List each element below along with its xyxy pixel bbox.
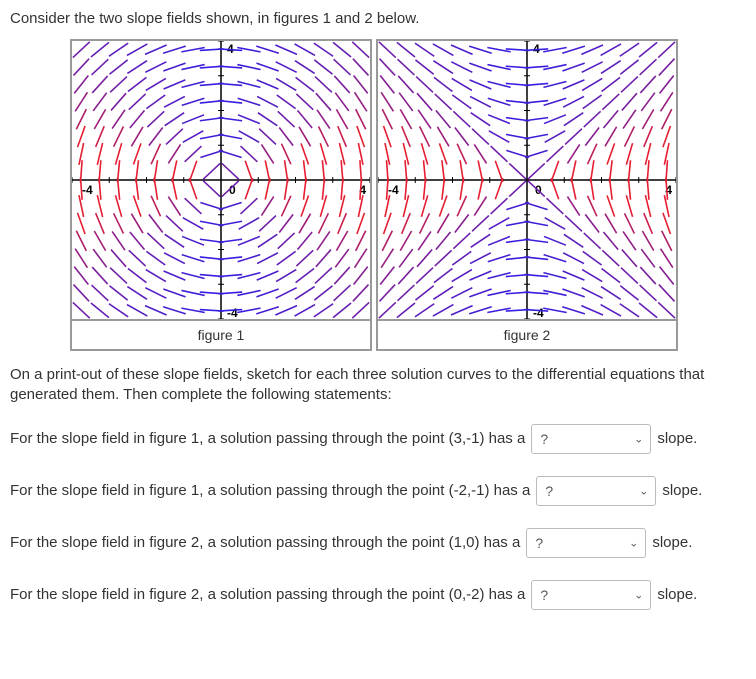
question-4-select-wrap: ? ⌄ <box>531 580 651 610</box>
instructions-text: On a print-out of these slope fields, sk… <box>10 365 746 406</box>
svg-text:-4: -4 <box>388 183 399 197</box>
svg-text:-4: -4 <box>227 306 238 319</box>
question-1-text: For the slope field in figure 1, a solut… <box>10 430 525 447</box>
svg-text:-4: -4 <box>82 183 93 197</box>
svg-text:-4: -4 <box>533 306 544 319</box>
question-3-select-wrap: ? ⌄ <box>526 528 646 558</box>
question-4-row: For the slope field in figure 2, a solut… <box>10 580 746 610</box>
figure-1-container: 4-4-440 figure 1 <box>70 39 372 351</box>
figure-2-container: 4-4-440 figure 2 <box>376 39 678 351</box>
question-3-row: For the slope field in figure 2, a solut… <box>10 528 746 558</box>
question-3-tail: slope. <box>652 534 692 551</box>
question-2-select[interactable]: ? <box>536 476 656 506</box>
question-4-select[interactable]: ? <box>531 580 651 610</box>
question-4-text: For the slope field in figure 2, a solut… <box>10 586 525 603</box>
question-2-text: For the slope field in figure 1, a solut… <box>10 482 530 499</box>
question-4-tail: slope. <box>657 586 697 603</box>
question-1-select-wrap: ? ⌄ <box>531 424 651 454</box>
figure-2-caption: figure 2 <box>378 319 676 349</box>
figure-2-plot: 4-4-440 <box>378 41 676 319</box>
question-2-select-wrap: ? ⌄ <box>536 476 656 506</box>
figure-1-caption: figure 1 <box>72 319 370 349</box>
question-1-row: For the slope field in figure 1, a solut… <box>10 424 746 454</box>
question-1-tail: slope. <box>657 430 697 447</box>
question-1-select[interactable]: ? <box>531 424 651 454</box>
prompt-text: Consider the two slope fields shown, in … <box>10 10 746 27</box>
question-2-tail: slope. <box>662 482 702 499</box>
question-3-text: For the slope field in figure 2, a solut… <box>10 534 520 551</box>
figures-row: 4-4-440 figure 1 4-4-440 figure 2 <box>70 39 746 351</box>
figure-1-plot: 4-4-440 <box>72 41 370 319</box>
question-3-select[interactable]: ? <box>526 528 646 558</box>
question-2-row: For the slope field in figure 1, a solut… <box>10 476 746 506</box>
